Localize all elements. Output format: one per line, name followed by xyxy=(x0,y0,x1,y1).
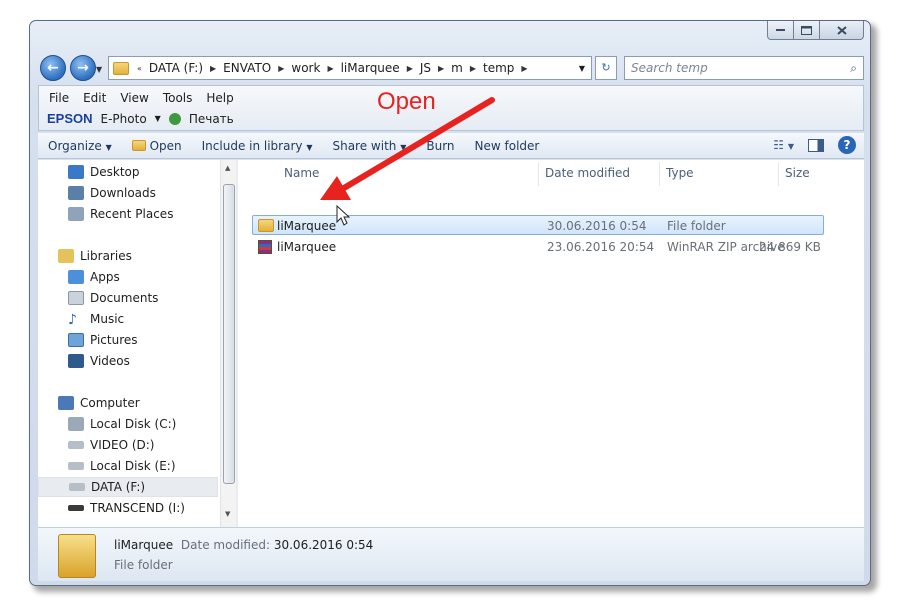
cursor-icon xyxy=(336,204,351,226)
arrow-annotation xyxy=(320,97,495,226)
